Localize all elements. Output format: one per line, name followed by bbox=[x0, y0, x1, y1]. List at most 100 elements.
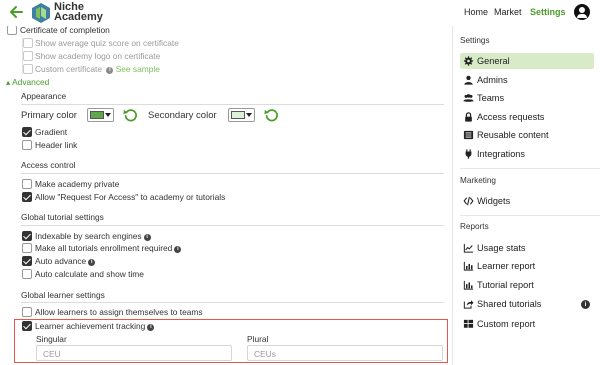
header-link-checkbox[interactable] bbox=[22, 140, 32, 150]
plug-icon bbox=[465, 149, 472, 159]
gradient-checkbox[interactable] bbox=[22, 127, 32, 137]
sidebar-item-teams[interactable]: Teams bbox=[460, 90, 594, 106]
sidebar-item-admins[interactable]: Admins bbox=[460, 72, 594, 88]
user-avatar-icon[interactable] bbox=[574, 4, 590, 20]
lock-icon bbox=[465, 112, 472, 122]
top-bar: Niche Academy Home Market Settings bbox=[0, 0, 600, 26]
nav-home[interactable]: Home bbox=[464, 7, 488, 17]
content-list-icon bbox=[463, 130, 474, 140]
header-link-label: Header link bbox=[35, 140, 78, 150]
info-icon[interactable]: i bbox=[174, 246, 182, 253]
back-arrow-icon[interactable] bbox=[9, 5, 23, 19]
sidebar-item-custom-report[interactable]: Custom report bbox=[460, 316, 594, 332]
custom-certificate-checkbox[interactable] bbox=[23, 64, 33, 74]
sidebar-settings-title: Settings bbox=[460, 36, 490, 45]
sidebar-item-tutorial-report[interactable]: Tutorial report bbox=[460, 277, 594, 293]
custom-certificate-row: Custom certificate i See sample bbox=[35, 64, 160, 74]
allow-request-checkbox[interactable] bbox=[22, 192, 32, 202]
appearance-heading: Appearance bbox=[21, 91, 67, 101]
learner-divider bbox=[21, 302, 444, 303]
share-icon bbox=[463, 300, 474, 309]
reset-secondary-icon[interactable] bbox=[264, 108, 278, 122]
enrollment-required-row: Make all tutorials enrollment required i bbox=[35, 243, 182, 253]
sidebar-item-integrations[interactable]: Integrations bbox=[460, 146, 594, 162]
certificate-label: Certificate of completion bbox=[20, 25, 110, 35]
sidebar-item-reusable-content[interactable]: Reusable content bbox=[460, 127, 594, 143]
access-heading: Access control bbox=[21, 160, 76, 170]
indexable-label: Indexable by search engines bbox=[35, 231, 142, 241]
auto-advance-checkbox[interactable] bbox=[22, 256, 32, 266]
info-icon[interactable]: i bbox=[106, 67, 114, 74]
sidebar-item-label: Integrations bbox=[477, 149, 526, 159]
achievement-checkbox[interactable] bbox=[22, 321, 32, 331]
info-icon[interactable]: i bbox=[88, 259, 96, 266]
sidebar-item-label: Shared tutorials bbox=[477, 299, 542, 309]
settings-panel: Certificate of completion Show average q… bbox=[0, 0, 452, 365]
secondary-color-picker[interactable] bbox=[228, 108, 255, 122]
brand-name: Niche Academy bbox=[54, 2, 103, 23]
tutorial-divider bbox=[21, 225, 444, 226]
caret-up-icon: ▴ bbox=[6, 77, 11, 87]
sidebar-divider bbox=[452, 26, 453, 365]
learner-heading: Global learner settings bbox=[21, 290, 105, 300]
sidebar-item-label: Custom report bbox=[477, 319, 536, 329]
info-icon[interactable]: i bbox=[581, 300, 590, 309]
sidebar-divider-marketing bbox=[460, 168, 600, 169]
indexable-checkbox[interactable] bbox=[22, 231, 32, 241]
certificate-checkbox[interactable] bbox=[7, 25, 17, 35]
secondary-color-swatch bbox=[231, 111, 245, 119]
sidebar-marketing-title: Marketing bbox=[460, 176, 496, 185]
enrollment-required-checkbox[interactable] bbox=[22, 243, 32, 253]
allow-request-label: Allow "Request For Access" to academy or… bbox=[35, 192, 226, 202]
sidebar-item-label: Learner report bbox=[477, 261, 536, 271]
brand-line-2: Academy bbox=[54, 11, 103, 23]
avg-quiz-label: Show average quiz score on certificate bbox=[35, 38, 179, 48]
plural-input[interactable]: CEUs bbox=[247, 345, 443, 361]
sidebar-item-access-requests[interactable]: Access requests bbox=[460, 109, 594, 125]
nav-market[interactable]: Market bbox=[494, 7, 522, 17]
team-icon bbox=[463, 94, 474, 102]
dropdown-arrow-icon bbox=[105, 113, 111, 117]
avg-quiz-checkbox[interactable] bbox=[23, 38, 33, 48]
info-icon[interactable]: i bbox=[143, 234, 151, 241]
info-icon[interactable]: i bbox=[147, 324, 155, 331]
sidebar-item-usage-stats[interactable]: Usage stats bbox=[460, 240, 594, 256]
academy-logo-checkbox[interactable] bbox=[23, 51, 33, 61]
sidebar-divider-reports bbox=[460, 215, 600, 216]
see-sample-link[interactable]: See sample bbox=[116, 64, 160, 74]
gear-icon bbox=[463, 56, 474, 66]
advanced-toggle[interactable]: ▴ Advanced bbox=[6, 77, 49, 87]
auto-calc-label: Auto calculate and show time bbox=[35, 269, 144, 279]
nav-settings[interactable]: Settings bbox=[530, 7, 566, 17]
secondary-color-label: Secondary color bbox=[148, 110, 217, 121]
sidebar-item-general[interactable]: General bbox=[460, 53, 594, 69]
singular-input[interactable]: CEU bbox=[36, 345, 232, 361]
reset-primary-icon[interactable] bbox=[123, 108, 137, 122]
sidebar-item-shared-tutorials[interactable]: Shared tutorials i bbox=[460, 296, 594, 312]
achievement-row: Learner achievement tracking i bbox=[35, 321, 155, 331]
sidebar-reports-title: Reports bbox=[460, 222, 489, 231]
admin-user-icon bbox=[464, 75, 473, 85]
niche-academy-logo[interactable] bbox=[32, 3, 50, 23]
assign-teams-checkbox[interactable] bbox=[22, 307, 32, 317]
make-private-checkbox[interactable] bbox=[22, 179, 32, 189]
grid-report-icon bbox=[463, 319, 474, 328]
tutorial-heading: Global tutorial settings bbox=[21, 212, 104, 222]
sidebar-item-learner-report[interactable]: Learner report bbox=[460, 258, 594, 274]
sidebar-item-label: Reusable content bbox=[477, 130, 549, 140]
sidebar-item-label: Admins bbox=[477, 75, 508, 85]
advanced-toggle-label: Advanced bbox=[12, 77, 50, 87]
primary-color-swatch bbox=[90, 111, 104, 119]
plural-label: Plural bbox=[247, 334, 269, 344]
assign-teams-label: Allow learners to assign themselves to t… bbox=[35, 307, 203, 317]
appearance-divider bbox=[21, 104, 444, 105]
academy-logo-label: Show academy logo on certificate bbox=[35, 51, 161, 61]
auto-advance-label: Auto advance bbox=[35, 256, 87, 266]
sidebar-item-label: Tutorial report bbox=[477, 280, 534, 290]
achievement-label: Learner achievement tracking bbox=[35, 321, 146, 331]
gradient-label: Gradient bbox=[35, 127, 68, 137]
sidebar-item-widgets[interactable]: Widgets bbox=[460, 193, 594, 209]
auto-calc-checkbox[interactable] bbox=[22, 269, 32, 279]
primary-color-label: Primary color bbox=[21, 110, 77, 121]
primary-color-picker[interactable] bbox=[87, 108, 114, 122]
